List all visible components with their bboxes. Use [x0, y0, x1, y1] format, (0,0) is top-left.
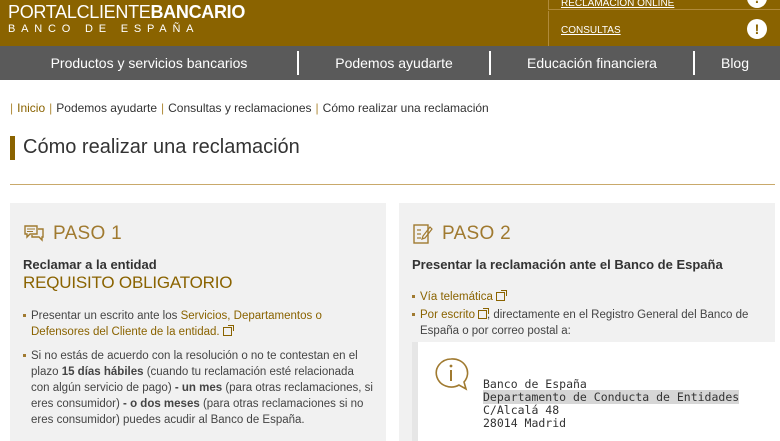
list-item: Si no estás de acuerdo con la resolución…: [23, 348, 373, 428]
breadcrumb-inicio[interactable]: Inicio: [17, 101, 45, 115]
reclamacion-online-label[interactable]: RECLAMACIÓN ONLINE: [561, 0, 674, 9]
external-link-icon: [477, 308, 489, 319]
nav-podemos-ayudarte[interactable]: Podemos ayudarte: [299, 46, 489, 80]
step1-subtitle: Reclamar a la entidad: [23, 257, 157, 272]
external-link-icon: [222, 325, 234, 336]
info-icon: [435, 358, 469, 391]
consultas-link[interactable]: CONSULTAS !: [548, 11, 780, 46]
list-item: Vía telemática: [412, 289, 762, 305]
nav-educacion-financiera[interactable]: Educación financiera: [491, 46, 693, 80]
por-escrito-link[interactable]: Por escrito: [420, 309, 475, 321]
header-quick-links: RECLAMACIÓN ONLINE ! CONSULTAS !: [548, 0, 780, 46]
alert-icon: !: [747, 19, 767, 39]
nav-productos[interactable]: Productos y servicios bancarios: [0, 46, 298, 80]
page-title: Cómo realizar una reclamación: [23, 136, 300, 158]
step1-label: PASO 1: [53, 223, 123, 244]
title-accent-bar: [10, 136, 15, 160]
logo-wordmark: PORTALCLIENTEBANCARIO: [8, 2, 246, 22]
title-divider: [10, 184, 775, 185]
step2-subtitle: Presentar la reclamación ante el Banco d…: [412, 257, 723, 272]
breadcrumb: | Inicio | Podemos ayudarte | Consultas y rec…: [10, 101, 489, 115]
document-form-icon: [413, 224, 433, 244]
postal-address-box: Banco de España Departamento de Conducta…: [412, 342, 775, 441]
external-link-icon: [495, 290, 507, 301]
step2-list: Vía telemática Por escrito, directamente…: [412, 289, 762, 347]
via-telematica-link[interactable]: Vía telemática: [420, 291, 493, 303]
step1-requirement: REQUISITO OBLIGATORIO: [23, 273, 233, 292]
address-line-city: 28014 Madrid: [483, 416, 567, 430]
site-header: PORTALCLIENTEBANCARIO BANCO DE ESPAÑA RE…: [0, 0, 780, 46]
alert-icon: !: [747, 0, 767, 8]
main-nav: Productos y servicios bancarios Podemos …: [0, 46, 780, 80]
step1-list: Presentar un escrito ante los Servicios,…: [23, 308, 373, 436]
consultas-label[interactable]: CONSULTAS: [561, 25, 621, 36]
postal-address: Banco de España Departamento de Conducta…: [483, 378, 740, 430]
breadcrumb-podemos-ayudarte[interactable]: Podemos ayudarte: [56, 101, 157, 115]
step1-panel: PASO 1 Reclamar a la entidad REQUISITO O…: [10, 203, 386, 441]
list-item: Presentar un escrito ante los Servicios,…: [23, 308, 373, 340]
chat-bubbles-icon: [24, 225, 44, 242]
list-item: Por escrito, directamente en el Registro…: [412, 307, 762, 339]
breadcrumb-consultas[interactable]: Consultas y reclamaciones: [168, 101, 311, 115]
step2-panel: PASO 2 Presentar la reclamación ante el …: [399, 203, 775, 441]
step2-label: PASO 2: [442, 223, 512, 244]
nav-blog[interactable]: Blog: [695, 46, 775, 80]
reclamacion-online-link[interactable]: RECLAMACIÓN ONLINE !: [548, 0, 780, 10]
breadcrumb-current: Cómo realizar una reclamación: [322, 101, 489, 115]
portal-logo[interactable]: PORTALCLIENTEBANCARIO BANCO DE ESPAÑA: [8, 3, 245, 35]
logo-subtitle: BANCO DE ESPAÑA: [8, 23, 200, 35]
